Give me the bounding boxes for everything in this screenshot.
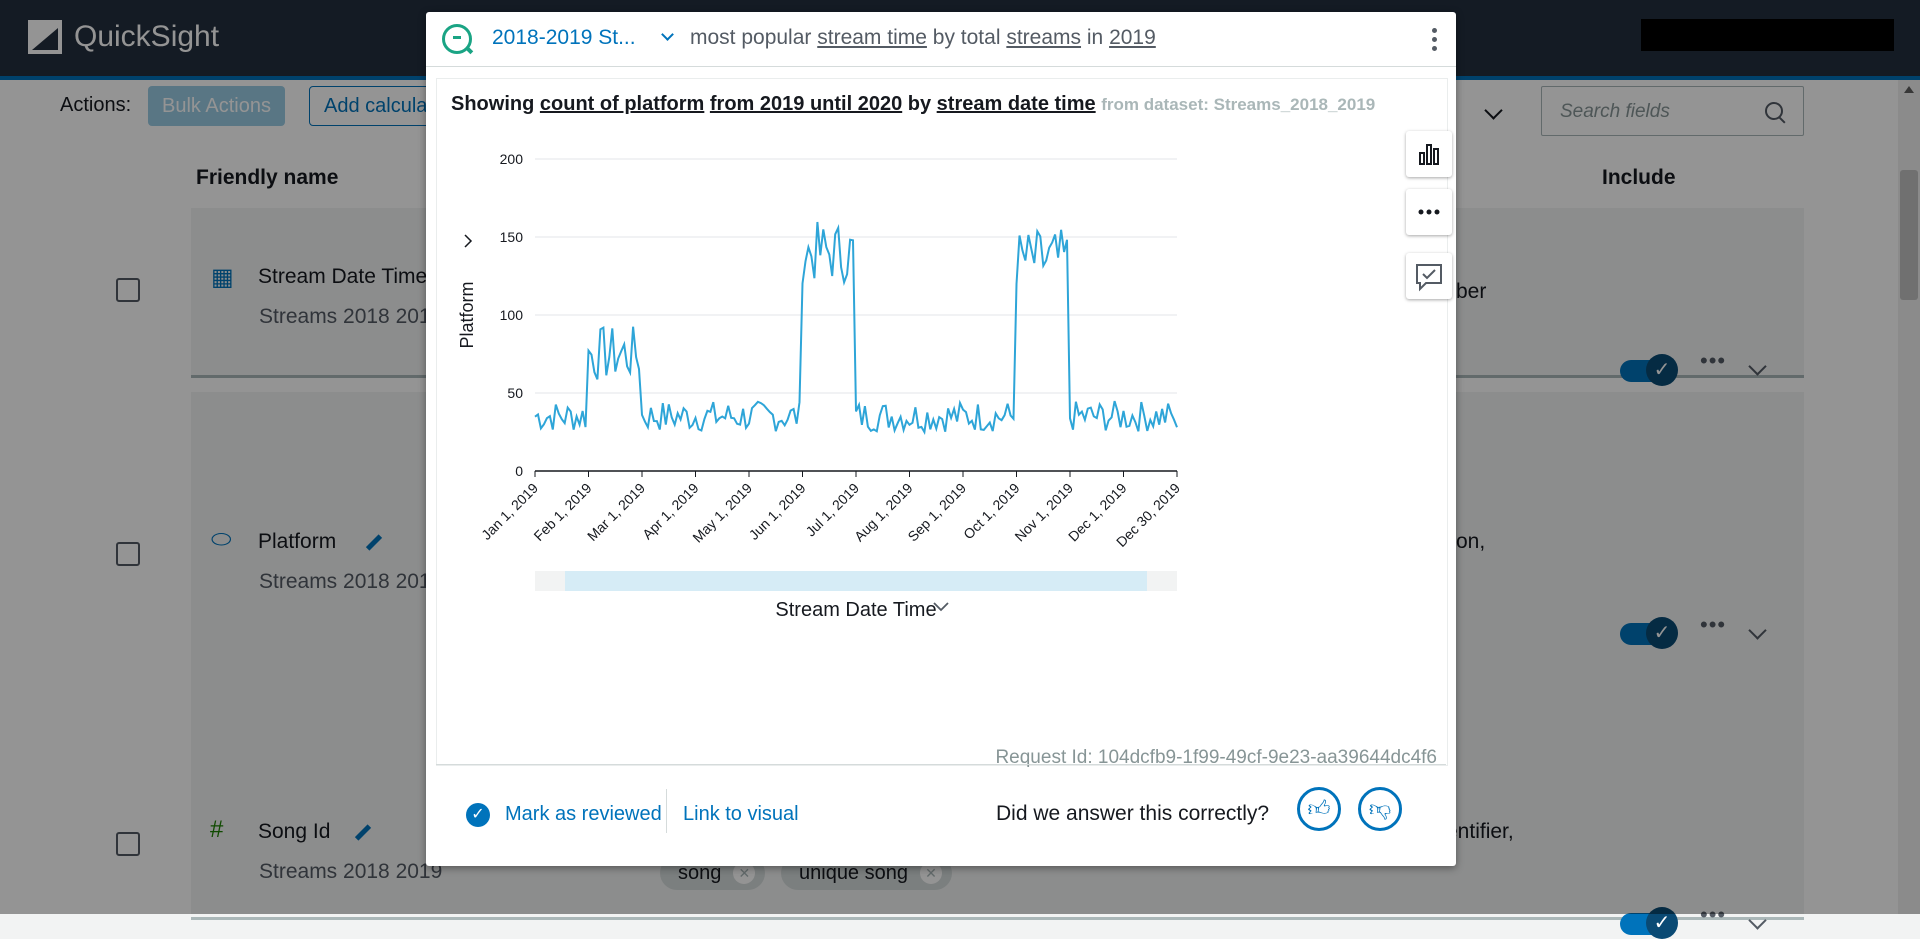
range-slider-selection (565, 571, 1147, 591)
showing-dimension[interactable]: stream date time (937, 93, 1096, 115)
query-measure[interactable]: streams (1006, 26, 1081, 49)
question-text[interactable]: most popular stream time by total stream… (690, 26, 1156, 50)
dialog-header: 2018-2019 St... most popular stream time… (426, 12, 1456, 67)
feedback-question: Did we answer this correctly? (996, 802, 1270, 825)
line-chart[interactable]: 050100150200Jan 1, 2019Feb 1, 2019Mar 1,… (437, 129, 1447, 689)
bar-chart-icon (1419, 144, 1439, 165)
chevron-down-icon[interactable] (661, 28, 674, 41)
include-toggle[interactable]: ✓ (1620, 907, 1678, 939)
q-answer-dialog: 2018-2019 St... most popular stream time… (426, 12, 1456, 866)
y-tick-label: 50 (507, 385, 523, 401)
change-visual-type-button[interactable] (1406, 131, 1452, 177)
query-prefix: most popular (690, 26, 812, 49)
x-tick-label: Sep 1, 2019 (904, 480, 969, 545)
y-tick-label: 150 (500, 229, 524, 245)
y-axis-title: Platform (457, 281, 477, 348)
q-search-icon (442, 24, 472, 54)
y-tick-label: 0 (515, 463, 523, 479)
query-year[interactable]: 2019 (1109, 26, 1156, 49)
interpretation-text: Showing count of platform from 2019 unti… (451, 93, 1375, 116)
feedback-comment-button[interactable] (1406, 253, 1452, 299)
divider (666, 789, 667, 833)
showing-range[interactable]: from 2019 until 2020 (710, 93, 902, 115)
query-by: by total (932, 26, 1001, 49)
dialog-footer: ✓ Mark as reviewed Link to visual Did we… (436, 764, 1446, 855)
more-visual-options-button[interactable] (1406, 189, 1452, 235)
platform-series-line (534, 221, 1178, 435)
showing-dataset: from dataset: Streams_2018_2019 (1101, 95, 1376, 114)
showing-aggregation[interactable]: count of platform (540, 93, 704, 115)
kebab-menu-icon[interactable] (1432, 28, 1438, 55)
topic-selector[interactable]: 2018-2019 St... (492, 26, 636, 50)
showing-lead: Showing (451, 93, 535, 115)
y-tick-label: 100 (500, 307, 524, 323)
x-tick-label: Jun 1, 2019 (746, 480, 809, 543)
y-tick-label: 200 (500, 151, 524, 167)
showing-by: by (907, 93, 932, 115)
comment-check-icon (1416, 264, 1442, 292)
ellipsis-icon (1418, 209, 1440, 215)
thumbs-down-button[interactable]: 👎︎ (1358, 787, 1402, 831)
x-axis-title: Stream Date Time (775, 599, 936, 621)
x-tick-label: Mar 1, 2019 (584, 480, 648, 544)
thumbs-up-button[interactable]: 👍︎ (1297, 787, 1341, 831)
mark-as-reviewed-link[interactable]: Mark as reviewed (505, 803, 662, 826)
query-in: in (1086, 26, 1104, 49)
y-axis-chevron-icon (464, 234, 473, 248)
visual-panel: Showing count of platform from 2019 unti… (436, 78, 1452, 768)
query-metric[interactable]: stream time (817, 26, 927, 49)
link-to-visual-link[interactable]: Link to visual (683, 803, 799, 826)
check-circle-icon[interactable]: ✓ (466, 803, 490, 827)
